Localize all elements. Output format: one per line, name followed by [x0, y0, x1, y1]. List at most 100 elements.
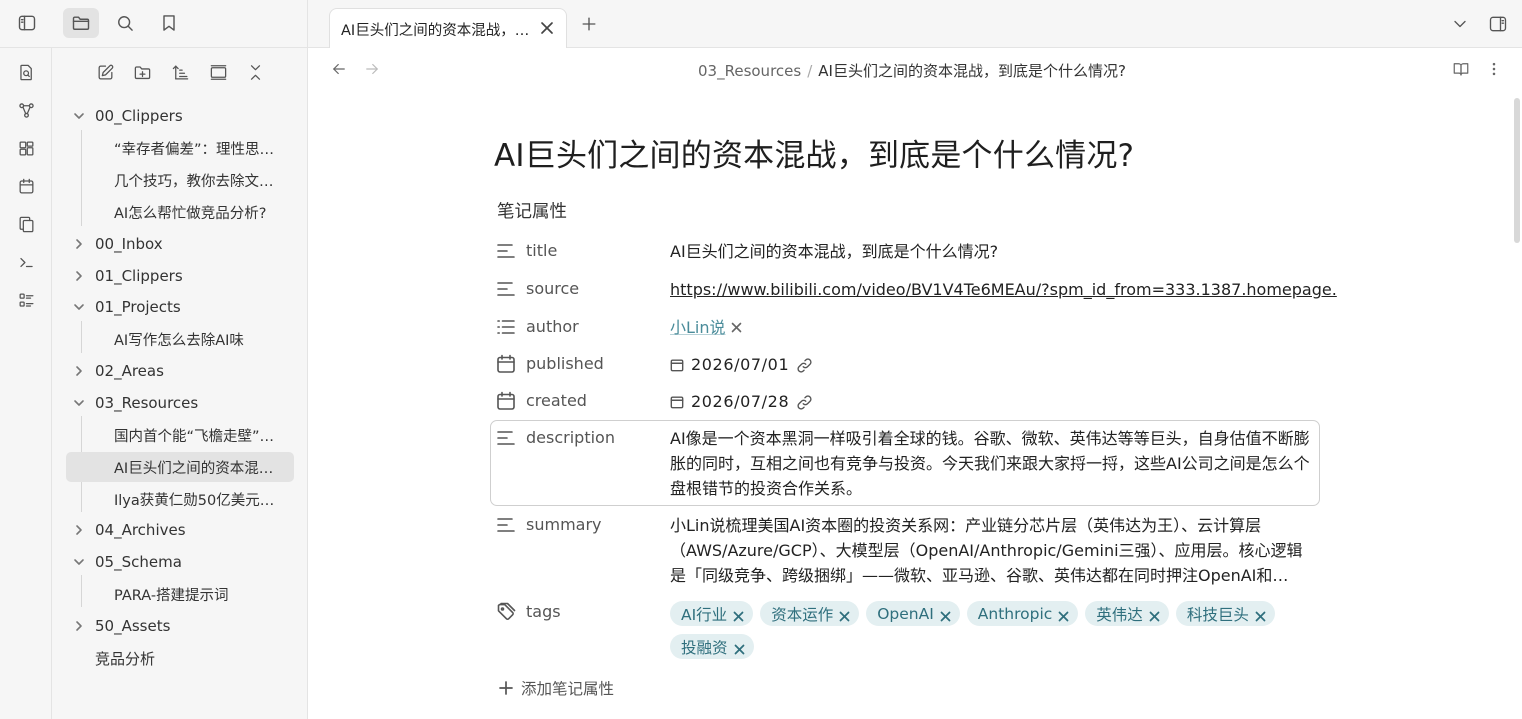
reading-view-button[interactable] — [1449, 57, 1473, 81]
property-key[interactable]: tags — [526, 602, 561, 621]
folder-02-areas[interactable]: 02_Areas — [52, 357, 308, 385]
file-item-root[interactable]: 竞品分析 — [52, 644, 308, 672]
breadcrumb-folder[interactable]: 03_Resources — [698, 62, 801, 80]
templates-button[interactable] — [11, 209, 41, 239]
property-key[interactable]: description — [526, 428, 615, 447]
toggle-left-sidebar-button[interactable] — [9, 8, 45, 38]
property-key[interactable]: title — [526, 241, 557, 260]
collapse-all-button[interactable] — [241, 58, 269, 86]
folder-icon — [72, 16, 90, 30]
folder-04-archives[interactable]: 04_Archives — [52, 516, 308, 544]
graph-view-button[interactable] — [11, 95, 41, 125]
property-key[interactable]: author — [526, 317, 579, 336]
page-title[interactable]: AI巨头们之间的资本混战，到底是个什么情况? — [494, 130, 1134, 175]
file-item[interactable]: PARA-搭建提示词 — [66, 579, 294, 609]
more-options-button[interactable] — [1482, 57, 1506, 81]
scrollbar-thumb[interactable] — [1514, 98, 1520, 243]
author-link[interactable]: 小Lin说 — [670, 318, 726, 337]
tag-list: AI行业 资本运作 OpenAI Anthropic 英伟达 科技巨头 投融资 — [670, 601, 1320, 659]
sort-order-button[interactable] — [166, 58, 194, 86]
folder-plus-icon — [134, 65, 150, 79]
calendar-icon[interactable] — [496, 391, 516, 411]
toggle-right-sidebar-button[interactable] — [1486, 12, 1510, 36]
folder-01-projects[interactable]: 01_Projects — [52, 293, 308, 321]
property-key[interactable]: source — [526, 279, 579, 298]
breadcrumb-separator: / — [807, 62, 813, 80]
remove-icon[interactable] — [731, 317, 742, 333]
calendar-icon — [19, 178, 33, 193]
date-value[interactable]: 2026/07/28 — [670, 391, 813, 413]
property-value[interactable]: AI巨头们之间的资本混战，到底是个什么情况? — [670, 241, 998, 263]
file-item[interactable]: 几个技巧，教你去除文章的AI味 — [66, 165, 294, 195]
add-property-button[interactable]: 添加笔记属性 — [498, 677, 614, 699]
property-key[interactable]: created — [526, 391, 587, 410]
tag-chip[interactable]: AI行业 — [670, 601, 754, 626]
file-item[interactable]: Ilya获黄仁勋50亿美元投资 — [66, 484, 294, 514]
quick-switcher-button[interactable] — [11, 57, 41, 87]
tag-chip[interactable]: 资本运作 — [760, 601, 860, 626]
source-link[interactable]: https://www.bilibili.com/video/BV1V4Te6M… — [670, 279, 1337, 301]
text-lines-icon[interactable] — [496, 515, 516, 535]
remove-tag-icon[interactable] — [1058, 608, 1069, 622]
link-icon[interactable] — [796, 394, 813, 411]
new-tab-button[interactable] — [577, 12, 601, 36]
navigate-forward-button[interactable] — [360, 57, 384, 81]
tag-chip[interactable]: 投融资 — [670, 634, 754, 659]
remove-tag-icon[interactable] — [733, 608, 744, 622]
summary-text[interactable]: 小Lin说梳理美国AI资本圈的投资关系网：产业链分芯片层（英伟达为王）、云计算层… — [670, 513, 1310, 588]
tab-active-note[interactable]: AI巨头们之间的资本混战，到底是个什么情况? — [329, 8, 567, 48]
bases-button[interactable] — [11, 285, 41, 315]
folder-00-clippers[interactable]: 00_Clippers — [52, 102, 308, 130]
auto-reveal-button[interactable] — [204, 58, 232, 86]
tag-chip[interactable]: OpenAI — [866, 601, 960, 626]
tab-list-button[interactable] — [1448, 12, 1472, 36]
file-item[interactable]: “幸存者偏差”：理性思维与独立思考 — [66, 133, 294, 163]
file-explorer-tab-button[interactable] — [63, 8, 99, 38]
calendar-icon[interactable] — [496, 354, 516, 374]
bookmarks-tab-button[interactable] — [151, 8, 187, 38]
tag-chip[interactable]: Anthropic — [966, 601, 1079, 626]
folder-05-schema[interactable]: 05_Schema — [52, 548, 308, 576]
text-lines-icon[interactable] — [496, 279, 516, 299]
remove-tag-icon[interactable] — [940, 608, 951, 622]
remove-tag-icon[interactable] — [734, 641, 745, 655]
layout-dashboard-icon — [19, 141, 33, 155]
link-icon[interactable] — [796, 357, 813, 374]
description-text[interactable]: AI像是一个资本黑洞一样吸引着全球的钱。谷歌、微软、英伟达等等巨头，自身估值不断… — [670, 426, 1310, 501]
navigate-back-button[interactable] — [327, 57, 351, 81]
remove-tag-icon[interactable] — [1255, 608, 1266, 622]
breadcrumb-current[interactable]: AI巨头们之间的资本混战，到底是个什么情况? — [818, 62, 1126, 80]
folder-00-inbox[interactable]: 00_Inbox — [52, 230, 308, 258]
remove-tag-icon[interactable] — [1149, 608, 1160, 622]
folder-50-assets[interactable]: 50_Assets — [52, 612, 308, 640]
properties-heading[interactable]: 笔记属性 — [497, 198, 567, 223]
folder-01-clippers[interactable]: 01_Clippers — [52, 262, 308, 290]
chevrons-collapse-icon — [250, 64, 260, 80]
file-item[interactable]: AI写作怎么去除AI味 — [66, 324, 294, 354]
date-value[interactable]: 2026/07/01 — [670, 354, 813, 376]
canvas-button[interactable] — [11, 133, 41, 163]
list-icon[interactable] — [496, 317, 516, 337]
tag-chip[interactable]: 英伟达 — [1085, 601, 1169, 626]
property-key[interactable]: published — [526, 354, 604, 373]
daily-note-button[interactable] — [11, 171, 41, 201]
close-icon[interactable] — [538, 19, 556, 37]
tag-chip[interactable]: 科技巨头 — [1175, 601, 1275, 626]
published-date: 2026/07/01 — [691, 355, 790, 374]
remove-tag-icon[interactable] — [839, 608, 850, 622]
command-palette-button[interactable] — [11, 247, 41, 277]
file-item[interactable]: 国内首个能“飞檐走壁”的机器人 — [66, 420, 294, 450]
new-folder-button[interactable] — [128, 58, 156, 86]
file-item[interactable]: AI怎么帮忙做竞品分析? — [66, 197, 294, 227]
file-item-active[interactable]: AI巨头们之间的资本混战，到底是个什么情况? — [66, 452, 294, 482]
bookmark-icon — [163, 15, 175, 31]
new-note-button[interactable] — [91, 58, 119, 86]
folder-03-resources[interactable]: 03_Resources — [52, 389, 308, 417]
add-property-label: 添加笔记属性 — [521, 680, 615, 698]
property-key[interactable]: summary — [526, 515, 602, 534]
text-lines-icon[interactable] — [496, 241, 516, 261]
text-lines-icon[interactable] — [496, 428, 516, 448]
search-tab-button[interactable] — [107, 8, 143, 38]
edit-icon — [98, 64, 113, 79]
tag-icon[interactable] — [496, 602, 516, 622]
